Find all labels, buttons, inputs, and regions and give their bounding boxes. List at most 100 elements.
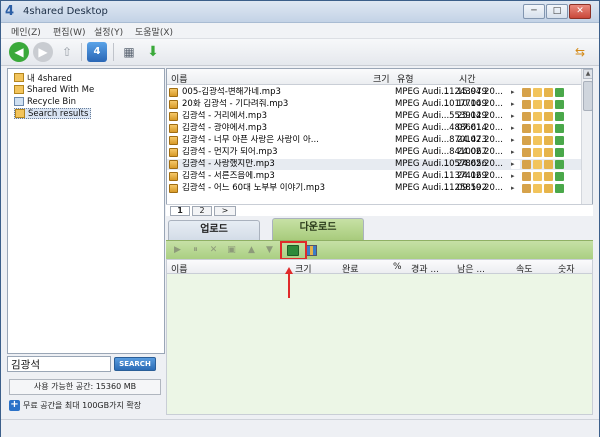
- folder-action-icon[interactable]: [533, 136, 542, 145]
- minimize-button[interactable]: ─: [523, 4, 545, 19]
- share-icon[interactable]: [544, 112, 553, 121]
- menu-edit[interactable]: 편집(W): [53, 25, 85, 38]
- result-row[interactable]: 김광석 - 너무 아픈 사랑은 사랑이 아... 8701473 MPEG Au…: [167, 135, 581, 146]
- menu-settings[interactable]: 설정(Y): [94, 25, 123, 38]
- download-list-header: 이름 크기 완료 % 경과 ... 남은 ... 속도 숫자: [166, 259, 593, 275]
- scroll-up-icon[interactable]: ▲: [583, 69, 592, 79]
- expand-storage-link[interactable]: + 무료 공간을 최대 100GB가지 확장: [9, 400, 141, 411]
- play-icon[interactable]: ▶: [172, 245, 183, 256]
- menu-help[interactable]: 도움말(X): [135, 25, 173, 38]
- close-button[interactable]: ✕: [569, 4, 591, 19]
- page-1-button[interactable]: 1: [170, 206, 190, 216]
- folder-action-icon[interactable]: [533, 148, 542, 157]
- move-up-icon[interactable]: ▲: [246, 245, 257, 256]
- delete-icon[interactable]: ▣: [226, 245, 237, 256]
- info-icon[interactable]: [522, 148, 531, 157]
- share-icon[interactable]: [544, 172, 553, 181]
- scroll-thumb[interactable]: [583, 81, 592, 111]
- play-icon[interactable]: ▸: [511, 100, 520, 109]
- share-icon[interactable]: [544, 136, 553, 145]
- tab-download[interactable]: 다운로드: [272, 218, 364, 240]
- info-icon[interactable]: [522, 124, 531, 133]
- share-icon[interactable]: [544, 148, 553, 157]
- play-icon[interactable]: ▸: [511, 88, 520, 97]
- forward-icon[interactable]: ▶: [33, 42, 53, 62]
- share-icon[interactable]: [544, 124, 553, 133]
- result-row[interactable]: 김광석 - 어느 60대 노부부 이야기.mp3 11258592 MPEG A…: [167, 183, 581, 194]
- download-arrow-icon[interactable]: ⬇: [143, 42, 163, 62]
- folder-action-icon[interactable]: [533, 112, 542, 121]
- column-percent[interactable]: %: [393, 262, 402, 272]
- download-icon[interactable]: [555, 112, 564, 121]
- result-name: 김광석 - 너무 아픈 사랑은 사랑이 아...: [182, 135, 319, 145]
- menu-main[interactable]: 메인(Z): [11, 25, 41, 38]
- column-name[interactable]: 이름: [171, 72, 188, 85]
- 4shared-globe-icon[interactable]: 4: [87, 42, 107, 62]
- play-icon[interactable]: ▸: [511, 112, 520, 121]
- info-icon[interactable]: [522, 112, 531, 121]
- result-name: 김광석 - 서른즈음에.mp3: [182, 171, 275, 181]
- play-icon[interactable]: ▸: [511, 184, 520, 193]
- view-icon[interactable]: ▦: [119, 42, 139, 62]
- download-icon[interactable]: [555, 88, 564, 97]
- info-icon[interactable]: [522, 160, 531, 169]
- back-icon[interactable]: ◀: [9, 42, 29, 62]
- download-icon[interactable]: [555, 136, 564, 145]
- result-row[interactable]: 김광석 - 서른즈음에.mp3 11374169 MPEG Audi... 24…: [167, 171, 581, 182]
- folder-icon: [14, 73, 24, 82]
- result-row[interactable]: 20화 김광석 - 기다려줘.mp3 10177049 MPEG Audi...…: [167, 99, 581, 110]
- column-type[interactable]: 유형: [397, 72, 414, 85]
- folder-action-icon[interactable]: [533, 184, 542, 193]
- column-time[interactable]: 시간: [459, 72, 476, 85]
- move-down-icon[interactable]: ▼: [264, 245, 275, 256]
- folder-action-icon[interactable]: [533, 160, 542, 169]
- page-2-button[interactable]: 2: [192, 206, 212, 216]
- folder-action-icon[interactable]: [533, 88, 542, 97]
- result-type: MPEG Audi...: [395, 159, 450, 169]
- download-icon[interactable]: [555, 160, 564, 169]
- settings-grid-icon[interactable]: [306, 245, 317, 256]
- share-icon[interactable]: [544, 184, 553, 193]
- result-row[interactable]: 김광석 - 먼지가 되어.mp3 8410067 MPEG Audi... 24…: [167, 147, 581, 158]
- results-scrollbar[interactable]: ▲ ▼: [581, 69, 592, 215]
- tree-item-shared-with-me[interactable]: Shared With Me: [14, 84, 94, 95]
- sync-icon[interactable]: ⇆: [570, 42, 590, 62]
- result-row[interactable]: 김광석 - 광야에서.mp3 4886614 MPEG Audi... 07.0…: [167, 123, 581, 134]
- play-icon[interactable]: ▸: [511, 160, 520, 169]
- play-icon[interactable]: ▸: [511, 124, 520, 133]
- info-icon[interactable]: [522, 88, 531, 97]
- tree-item-recycle-bin[interactable]: Recycle Bin: [14, 96, 76, 107]
- share-icon[interactable]: [544, 100, 553, 109]
- search-input[interactable]: [7, 356, 111, 372]
- result-row[interactable]: 005-김광석-변해가네.mp3 11243979 MPEG Audi... 1…: [167, 87, 581, 98]
- folder-action-icon[interactable]: [533, 124, 542, 133]
- result-row[interactable]: 김광석 - 거리에서.mp3 5539129 MPEG Audi... 25.0…: [167, 111, 581, 122]
- play-icon[interactable]: ▸: [511, 136, 520, 145]
- folder-action-icon[interactable]: [533, 100, 542, 109]
- tree-item-search-results[interactable]: Search results: [14, 108, 92, 119]
- play-icon[interactable]: ▸: [511, 172, 520, 181]
- pause-icon[interactable]: ⏸: [190, 245, 201, 256]
- download-icon[interactable]: [555, 184, 564, 193]
- maximize-button[interactable]: □: [546, 4, 568, 19]
- info-icon[interactable]: [522, 136, 531, 145]
- info-icon[interactable]: [522, 172, 531, 181]
- play-icon[interactable]: ▸: [511, 148, 520, 157]
- cancel-icon[interactable]: ✕: [208, 245, 219, 256]
- search-button[interactable]: SEARCH: [114, 357, 156, 371]
- tab-upload[interactable]: 업로드: [168, 220, 260, 240]
- info-icon[interactable]: [522, 100, 531, 109]
- result-row-highlighted[interactable]: 김광석 - 사랑했지만.mp3 10578656 MPEG Audi... 24…: [167, 159, 581, 170]
- page-next-button[interactable]: >: [214, 206, 236, 216]
- tree-item-my-4shared[interactable]: 내 4shared: [14, 72, 72, 84]
- info-icon[interactable]: [522, 184, 531, 193]
- download-icon[interactable]: [555, 172, 564, 181]
- column-size[interactable]: 크기: [373, 72, 390, 85]
- up-icon[interactable]: ⇧: [57, 42, 77, 62]
- download-icon[interactable]: [555, 148, 564, 157]
- download-icon[interactable]: [555, 124, 564, 133]
- share-icon[interactable]: [544, 88, 553, 97]
- folder-action-icon[interactable]: [533, 172, 542, 181]
- download-icon[interactable]: [555, 100, 564, 109]
- share-icon[interactable]: [544, 160, 553, 169]
